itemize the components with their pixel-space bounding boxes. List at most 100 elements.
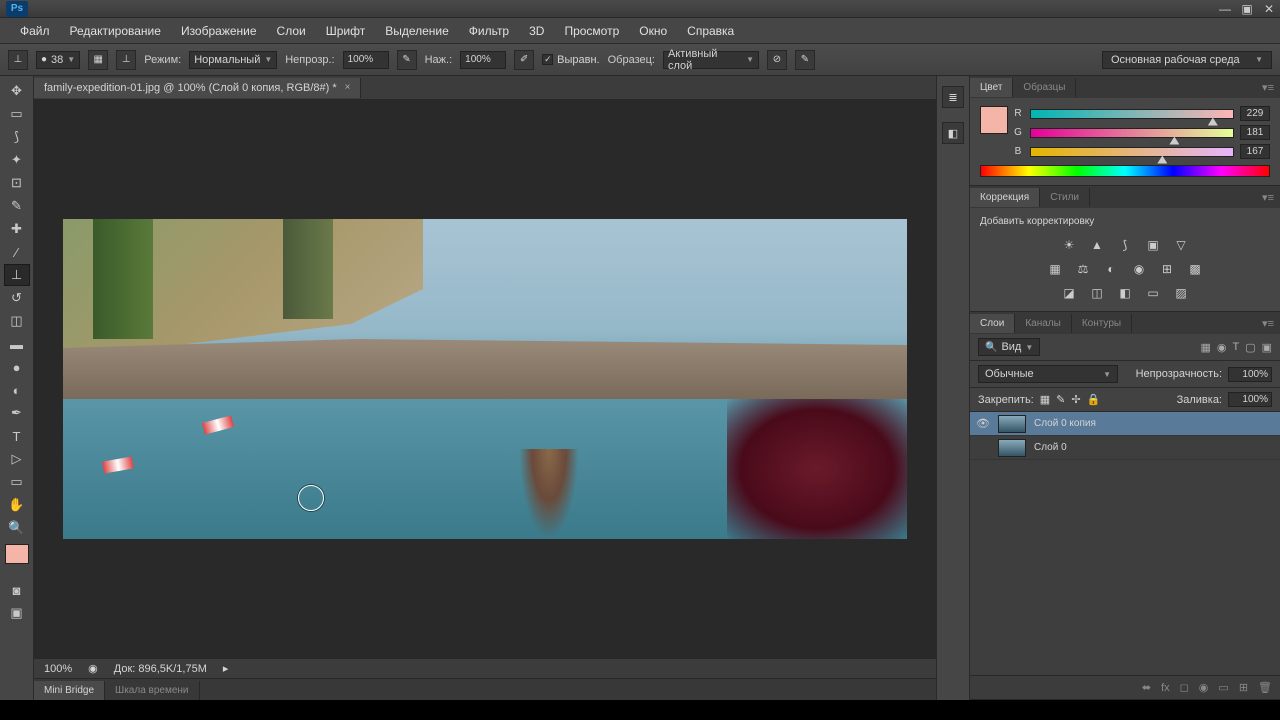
lock-all-icon[interactable]: 🔒 — [1087, 393, 1101, 406]
marquee-tool[interactable]: ▭ — [4, 103, 30, 125]
history-panel-icon[interactable]: ≣ — [942, 86, 964, 108]
b-value[interactable]: 167 — [1240, 144, 1270, 159]
layer-thumbnail[interactable] — [998, 415, 1026, 433]
filter-type-icon[interactable]: T — [1232, 341, 1239, 354]
zoom-tool[interactable]: 🔍 — [4, 517, 30, 539]
paths-tab[interactable]: Контуры — [1072, 314, 1132, 333]
quickmask-icon[interactable]: ◙ — [4, 579, 30, 601]
menu-image[interactable]: Изображение — [171, 20, 267, 42]
lock-transparent-icon[interactable]: ▦ — [1040, 393, 1050, 406]
link-layers-icon[interactable]: ⬌ — [1142, 681, 1151, 694]
zoom-value[interactable]: 100% — [44, 663, 72, 675]
workspace-selector[interactable]: Основная рабочая среда▼ — [1102, 51, 1272, 69]
layer-opacity-input[interactable] — [1228, 367, 1272, 382]
delete-layer-icon[interactable]: 🗑 — [1258, 681, 1272, 694]
posterize-icon[interactable]: ◫ — [1088, 285, 1106, 301]
history-brush-tool[interactable]: ↺ — [4, 287, 30, 309]
gradient-tool[interactable]: ▬ — [4, 333, 30, 355]
status-arrow-icon[interactable]: ▸ — [223, 662, 229, 675]
sample-dropdown[interactable]: Активный слой▼ — [663, 51, 759, 69]
dodge-tool[interactable]: ◐ — [4, 379, 30, 401]
minimize-button[interactable]: — — [1214, 1, 1236, 17]
layer-item[interactable]: Слой 0 — [970, 436, 1280, 460]
healing-tool[interactable]: ✚ — [4, 218, 30, 240]
shape-tool[interactable]: ▭ — [4, 471, 30, 493]
new-group-icon[interactable]: ▭ — [1218, 681, 1228, 694]
brush-size-picker[interactable]: ●38▼ — [36, 51, 80, 69]
brush-panel-icon[interactable]: ▦ — [88, 50, 108, 70]
invert-icon[interactable]: ◪ — [1060, 285, 1078, 301]
type-tool[interactable]: T — [4, 425, 30, 447]
menu-type[interactable]: Шрифт — [316, 20, 375, 42]
wand-tool[interactable]: ✦ — [4, 149, 30, 171]
mode-dropdown[interactable]: Нормальный▼ — [189, 51, 277, 69]
levels-icon[interactable]: ▲ — [1088, 237, 1106, 253]
eyedropper-tool[interactable]: ✎ — [4, 195, 30, 217]
clone-stamp-tool[interactable]: ⊥ — [4, 264, 30, 286]
adj-panel-menu-icon[interactable]: ▾≡ — [1256, 191, 1280, 204]
menu-file[interactable]: Файл — [10, 20, 60, 42]
layers-panel-menu-icon[interactable]: ▾≡ — [1256, 317, 1280, 330]
opacity-input[interactable] — [343, 51, 389, 69]
color-fg-swatch[interactable] — [980, 106, 1008, 134]
color-ramp[interactable] — [980, 165, 1270, 177]
styles-tab[interactable]: Стили — [1040, 188, 1090, 207]
threshold-icon[interactable]: ◧ — [1116, 285, 1134, 301]
airbrush-icon[interactable]: ✐ — [514, 50, 534, 70]
document-tab[interactable]: family-expedition-01.jpg @ 100% (Слой 0 … — [34, 78, 361, 98]
menu-filter[interactable]: Фильтр — [459, 20, 519, 42]
blur-tool[interactable]: ● — [4, 356, 30, 378]
gradient-map-icon[interactable]: ▭ — [1144, 285, 1162, 301]
path-select-tool[interactable]: ▷ — [4, 448, 30, 470]
channels-tab[interactable]: Каналы — [1015, 314, 1072, 333]
exposure-icon[interactable]: ▣ — [1144, 237, 1162, 253]
layer-item[interactable]: 👁 Слой 0 копия — [970, 412, 1280, 436]
pressure-opacity-icon[interactable]: ✎ — [397, 50, 417, 70]
layer-fx-icon[interactable]: fx — [1161, 682, 1170, 694]
selective-icon[interactable]: ▨ — [1172, 285, 1190, 301]
layer-filter-dropdown[interactable]: 🔍 Вид ▼ — [978, 338, 1040, 356]
lasso-tool[interactable]: ⟆ — [4, 126, 30, 148]
r-slider[interactable] — [1030, 109, 1234, 119]
flow-input[interactable] — [460, 51, 506, 69]
foreground-color-swatch[interactable] — [5, 544, 29, 564]
menu-window[interactable]: Окно — [629, 20, 677, 42]
g-value[interactable]: 181 — [1240, 125, 1270, 140]
menu-select[interactable]: Выделение — [375, 20, 459, 42]
mini-bridge-tab[interactable]: Mini Bridge — [34, 681, 105, 700]
color-panel-menu-icon[interactable]: ▾≡ — [1256, 81, 1280, 94]
clone-source-icon[interactable]: ⊥ — [116, 50, 136, 70]
brightness-icon[interactable]: ☀ — [1060, 237, 1078, 253]
menu-help[interactable]: Справка — [677, 20, 744, 42]
g-slider[interactable] — [1030, 128, 1234, 138]
menu-3d[interactable]: 3D — [519, 20, 554, 42]
crop-tool[interactable]: ⊡ — [4, 172, 30, 194]
maximize-button[interactable]: ▣ — [1236, 1, 1258, 17]
pen-tool[interactable]: ✒ — [4, 402, 30, 424]
lock-position-icon[interactable]: ✢ — [1071, 393, 1080, 406]
balance-icon[interactable]: ⚖ — [1074, 261, 1092, 277]
fill-input[interactable] — [1228, 392, 1272, 407]
move-tool[interactable]: ✥ — [4, 80, 30, 102]
swatches-tab[interactable]: Образцы — [1013, 78, 1076, 97]
menu-layers[interactable]: Слои — [267, 20, 316, 42]
tool-preset-icon[interactable]: ⊥ — [8, 50, 28, 70]
new-adj-icon[interactable]: ◉ — [1199, 681, 1209, 694]
bw-icon[interactable]: ◐ — [1102, 261, 1120, 277]
eraser-tool[interactable]: ◫ — [4, 310, 30, 332]
canvas-area[interactable] — [34, 100, 936, 658]
vibrance-icon[interactable]: ▽ — [1172, 237, 1190, 253]
blend-mode-dropdown[interactable]: Обычные▼ — [978, 365, 1118, 383]
aligned-checkbox[interactable]: Выравн. — [542, 54, 599, 66]
layers-tab[interactable]: Слои — [970, 314, 1015, 333]
canvas[interactable] — [63, 219, 907, 539]
menu-edit[interactable]: Редактирование — [60, 20, 171, 42]
hue-icon[interactable]: ▦ — [1046, 261, 1064, 277]
color-tab[interactable]: Цвет — [970, 78, 1013, 97]
close-tab-icon[interactable]: × — [345, 82, 351, 93]
curves-icon[interactable]: ⟆ — [1116, 237, 1134, 253]
filter-shape-icon[interactable]: ▢ — [1245, 341, 1255, 354]
r-value[interactable]: 229 — [1240, 106, 1270, 121]
layer-thumbnail[interactable] — [998, 439, 1026, 457]
pressure-size-icon[interactable]: ✎ — [795, 50, 815, 70]
